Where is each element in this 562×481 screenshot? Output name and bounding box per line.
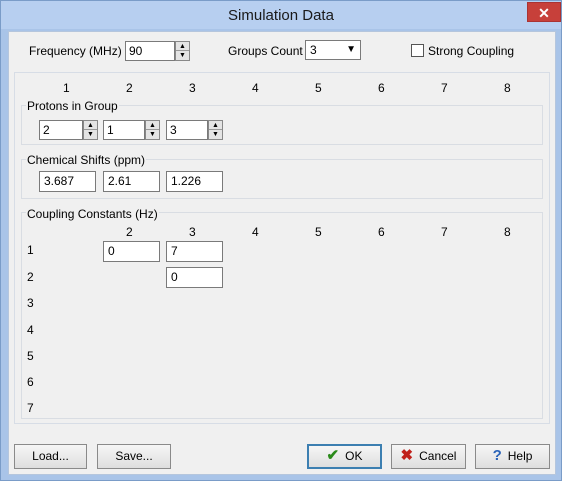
- coupling-row-number: 2: [27, 270, 34, 284]
- coupling-input-1-2[interactable]: 0: [103, 241, 160, 262]
- coupling-column-number: 3: [189, 225, 196, 239]
- help-button-label: Help: [507, 449, 533, 463]
- coupling-column-number: 5: [315, 225, 322, 239]
- frequency-input[interactable]: 90: [125, 41, 175, 61]
- frequency-label: Frequency (MHz) :: [29, 44, 129, 58]
- shifts-group-title: Chemical Shifts (ppm): [26, 153, 147, 167]
- coupling-group: [21, 212, 543, 419]
- coupling-row-number: 6: [27, 375, 34, 389]
- close-button[interactable]: ✕: [527, 2, 561, 22]
- protons-input-2[interactable]: 1: [103, 120, 145, 140]
- load-button[interactable]: Load...: [14, 444, 87, 469]
- spin-up-icon[interactable]: ▲: [176, 42, 189, 51]
- help-button[interactable]: ? Help: [475, 444, 550, 469]
- column-number: 3: [189, 81, 196, 95]
- title-bar[interactable]: Simulation Data ✕: [1, 1, 561, 29]
- strong-coupling-checkbox[interactable]: [411, 44, 424, 57]
- column-number: 1: [63, 81, 70, 95]
- groups-count-value: 3: [310, 43, 317, 57]
- frequency-spinner[interactable]: ▲ ▼: [175, 41, 190, 61]
- coupling-row-number: 5: [27, 349, 34, 363]
- column-number: 5: [315, 81, 322, 95]
- coupling-input-2-3[interactable]: 0: [166, 267, 223, 288]
- groups-panel: 1 2 3 4 5 6 7 8 Protons in Group 2 ▲ ▼ 1…: [14, 72, 550, 424]
- protons-spinner-2[interactable]: ▲ ▼: [145, 120, 160, 140]
- chevron-down-icon: ▼: [346, 44, 356, 55]
- protons-spinner-3[interactable]: ▲ ▼: [208, 120, 223, 140]
- shift-input-1[interactable]: 3.687: [39, 171, 96, 192]
- coupling-row-number: 3: [27, 296, 34, 310]
- column-number: 4: [252, 81, 259, 95]
- column-number: 2: [126, 81, 133, 95]
- check-icon: ✔: [326, 447, 340, 464]
- coupling-row-number: 4: [27, 323, 34, 337]
- question-icon: ?: [492, 447, 502, 464]
- coupling-column-number: 6: [378, 225, 385, 239]
- shift-input-3[interactable]: 1.226: [166, 171, 223, 192]
- dialog-window: Simulation Data ✕ Frequency (MHz) : 90 ▲…: [0, 0, 562, 481]
- groups-count-label: Groups Count :: [228, 44, 310, 58]
- spin-down-icon[interactable]: ▼: [146, 130, 159, 139]
- spin-up-icon[interactable]: ▲: [209, 121, 222, 130]
- spin-up-icon[interactable]: ▲: [84, 121, 97, 130]
- coupling-column-number: 4: [252, 225, 259, 239]
- cancel-button[interactable]: ✖ Cancel: [391, 444, 466, 469]
- protons-spinner-1[interactable]: ▲ ▼: [83, 120, 98, 140]
- column-number: 8: [504, 81, 511, 95]
- coupling-column-number: 7: [441, 225, 448, 239]
- cross-icon: ✖: [400, 447, 414, 464]
- groups-count-select[interactable]: 3 ▼: [305, 40, 361, 60]
- spin-down-icon[interactable]: ▼: [84, 130, 97, 139]
- spin-down-icon[interactable]: ▼: [176, 51, 189, 60]
- protons-input-3[interactable]: 3: [166, 120, 208, 140]
- cancel-button-label: Cancel: [419, 449, 457, 463]
- coupling-column-number: 8: [504, 225, 511, 239]
- close-icon: ✕: [538, 5, 550, 21]
- coupling-input-1-3[interactable]: 7: [166, 241, 223, 262]
- ok-button-label: OK: [345, 449, 363, 463]
- window-title: Simulation Data: [228, 7, 334, 24]
- strong-coupling-label: Strong Coupling: [428, 44, 515, 58]
- dialog-client-area: Frequency (MHz) : 90 ▲ ▼ Groups Count : …: [8, 31, 556, 475]
- coupling-column-number: 2: [126, 225, 133, 239]
- protons-group-title: Protons in Group: [26, 99, 119, 113]
- coupling-group-title: Coupling Constants (Hz): [26, 207, 159, 221]
- coupling-row-number: 1: [27, 243, 34, 257]
- save-button[interactable]: Save...: [97, 444, 171, 469]
- coupling-row-number: 7: [27, 401, 34, 415]
- column-number: 7: [441, 81, 448, 95]
- shift-input-2[interactable]: 2.61: [103, 171, 160, 192]
- column-number: 6: [378, 81, 385, 95]
- ok-button[interactable]: ✔ OK: [307, 444, 382, 469]
- spin-down-icon[interactable]: ▼: [209, 130, 222, 139]
- protons-input-1[interactable]: 2: [39, 120, 83, 140]
- spin-up-icon[interactable]: ▲: [146, 121, 159, 130]
